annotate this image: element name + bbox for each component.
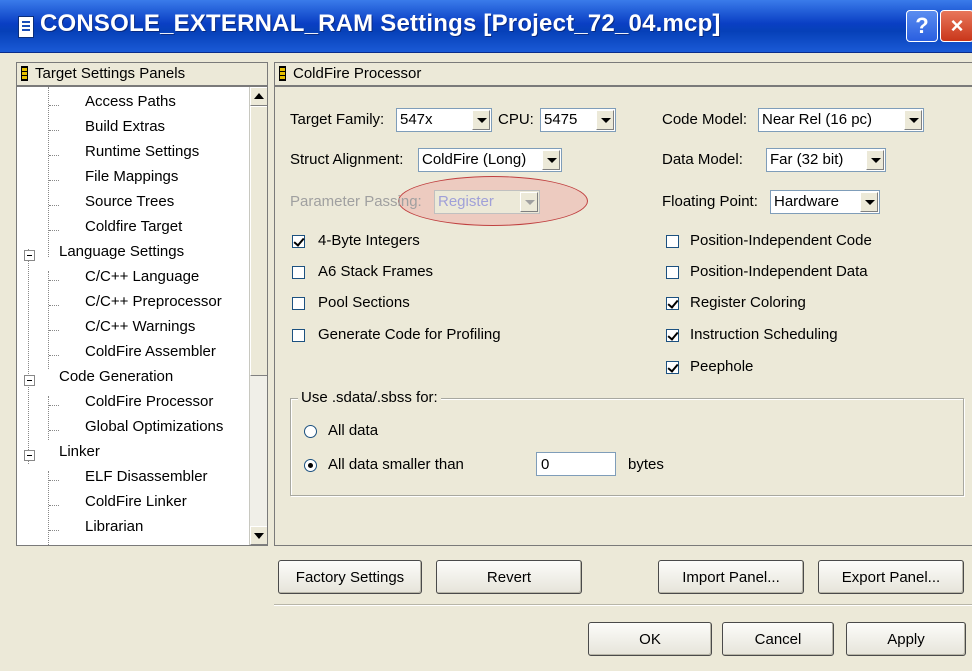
- register-coloring-label[interactable]: Register Coloring: [690, 294, 806, 311]
- tree-item-linker[interactable]: Linker: [59, 443, 100, 460]
- footer-divider: [274, 604, 972, 606]
- position-independent-code-label[interactable]: Position-Independent Code: [690, 232, 872, 249]
- tree-item-coldfire-target[interactable]: Coldfire Target: [85, 218, 182, 235]
- tree-item-runtime-settings[interactable]: Runtime Settings: [85, 143, 199, 160]
- tree-item-elf-disassembler[interactable]: ELF Disassembler: [85, 468, 208, 485]
- tree-item-language-settings[interactable]: Language Settings: [59, 243, 184, 260]
- tree-guide: [48, 471, 49, 545]
- tree-scrollbar[interactable]: [249, 87, 267, 545]
- struct-alignment-label: Struct Alignment:: [290, 151, 404, 168]
- window-title: CONSOLE_EXTERNAL_RAM Settings [Project_7…: [40, 10, 721, 37]
- a6-stack-frames-label[interactable]: A6 Stack Frames: [318, 263, 433, 280]
- generate-profiling-checkbox[interactable]: [292, 329, 305, 342]
- factory-settings-button[interactable]: Factory Settings: [278, 560, 422, 594]
- tree-item-coldfire-assembler[interactable]: ColdFire Assembler: [85, 343, 216, 360]
- sdata-size-input[interactable]: 0: [536, 452, 616, 476]
- chevron-down-icon[interactable]: [472, 110, 490, 130]
- tree-item-code-generation[interactable]: Code Generation: [59, 368, 173, 385]
- tree-item-coldfire-processor[interactable]: ColdFire Processor: [85, 393, 213, 410]
- chevron-down-icon[interactable]: [542, 150, 560, 170]
- tree-item-file-mappings[interactable]: File Mappings: [85, 168, 178, 185]
- tree-item-coldfire-linker[interactable]: ColdFire Linker: [85, 493, 187, 510]
- close-button[interactable]: ×: [940, 10, 972, 42]
- four-byte-integers-checkbox[interactable]: [292, 235, 305, 248]
- a6-stack-frames-checkbox[interactable]: [292, 266, 305, 279]
- import-panel-button[interactable]: Import Panel...: [658, 560, 804, 594]
- settings-tree[interactable]: Access Paths Build Extras Runtime Settin…: [16, 86, 268, 546]
- ok-button[interactable]: OK: [588, 622, 712, 656]
- tree-guide: [48, 87, 49, 257]
- sdata-groupbox: [290, 398, 964, 496]
- instruction-scheduling-checkbox[interactable]: [666, 329, 679, 342]
- four-byte-integers-label[interactable]: 4-Byte Integers: [318, 232, 420, 249]
- all-data-radio[interactable]: [304, 425, 317, 438]
- register-coloring-checkbox[interactable]: [666, 297, 679, 310]
- collapse-code-generation-icon[interactable]: [24, 375, 35, 386]
- settings-panel-icon: [21, 66, 28, 81]
- code-model-select[interactable]: Near Rel (16 pc): [758, 108, 924, 132]
- all-data-label[interactable]: All data: [328, 422, 378, 439]
- apply-button[interactable]: Apply: [846, 622, 966, 656]
- struct-alignment-select[interactable]: ColdFire (Long): [418, 148, 562, 172]
- export-panel-button[interactable]: Export Panel...: [818, 560, 964, 594]
- chevron-down-icon: [520, 192, 538, 212]
- collapse-linker-icon[interactable]: [24, 450, 35, 461]
- revert-button[interactable]: Revert: [436, 560, 582, 594]
- cpu-select[interactable]: 5475: [540, 108, 616, 132]
- scroll-thumb[interactable]: [250, 106, 267, 376]
- generate-profiling-label[interactable]: Generate Code for Profiling: [318, 326, 501, 343]
- tree-item-global-optimizations[interactable]: Global Optimizations: [85, 418, 223, 435]
- title-bar[interactable]: CONSOLE_EXTERNAL_RAM Settings [Project_7…: [0, 0, 972, 53]
- code-model-label: Code Model:: [662, 111, 748, 128]
- peephole-checkbox[interactable]: [666, 361, 679, 374]
- tree-item-librarian[interactable]: Librarian: [85, 518, 143, 535]
- scroll-up-icon[interactable]: [250, 87, 267, 106]
- help-button[interactable]: ?: [906, 10, 938, 42]
- peephole-label[interactable]: Peephole: [690, 358, 753, 375]
- chevron-down-icon[interactable]: [866, 150, 884, 170]
- tree-panel-header: Target Settings Panels: [16, 62, 268, 86]
- floating-point-label: Floating Point:: [662, 193, 758, 210]
- panel-header: ColdFire Processor: [274, 62, 972, 86]
- tree-item-build-extras[interactable]: Build Extras: [85, 118, 165, 135]
- position-independent-data-checkbox[interactable]: [666, 266, 679, 279]
- data-model-label: Data Model:: [662, 151, 743, 168]
- tree-item-c-cpp-language[interactable]: C/C++ Language: [85, 268, 199, 285]
- cpu-label: CPU:: [498, 111, 534, 128]
- chevron-down-icon[interactable]: [860, 192, 878, 212]
- tree-item-source-trees[interactable]: Source Trees: [85, 193, 174, 210]
- scroll-down-icon[interactable]: [250, 526, 267, 545]
- all-data-smaller-than-label[interactable]: All data smaller than: [328, 456, 464, 473]
- tree-guide: [28, 249, 29, 464]
- parameter-passing-label: Parameter Passing:: [290, 193, 422, 210]
- collapse-language-settings-icon[interactable]: [24, 250, 35, 261]
- tree-item-access-paths[interactable]: Access Paths: [85, 93, 176, 110]
- bytes-label: bytes: [628, 456, 664, 473]
- tree-item-c-cpp-warnings[interactable]: C/C++ Warnings: [85, 318, 195, 335]
- all-data-smaller-than-radio[interactable]: [304, 459, 317, 472]
- instruction-scheduling-label[interactable]: Instruction Scheduling: [690, 326, 838, 343]
- parameter-passing-select: Register: [434, 190, 540, 214]
- chevron-down-icon[interactable]: [904, 110, 922, 130]
- sdata-group-title: Use .sdata/.sbss for:: [298, 389, 441, 406]
- position-independent-code-checkbox[interactable]: [666, 235, 679, 248]
- cancel-button[interactable]: Cancel: [722, 622, 834, 656]
- pool-sections-label[interactable]: Pool Sections: [318, 294, 410, 311]
- floating-point-select[interactable]: Hardware: [770, 190, 880, 214]
- data-model-select[interactable]: Far (32 bit): [766, 148, 886, 172]
- target-family-label: Target Family:: [290, 111, 385, 128]
- tree-panel-title: Target Settings Panels: [35, 65, 186, 82]
- panel-title: ColdFire Processor: [293, 65, 422, 82]
- tree-guide: [48, 396, 49, 440]
- tree-item-c-cpp-preprocessor[interactable]: C/C++ Preprocessor: [85, 293, 222, 310]
- window-app-icon: [18, 16, 34, 38]
- target-family-select[interactable]: 547x: [396, 108, 492, 132]
- chevron-down-icon[interactable]: [596, 110, 614, 130]
- pool-sections-checkbox[interactable]: [292, 297, 305, 310]
- position-independent-data-label[interactable]: Position-Independent Data: [690, 263, 868, 280]
- settings-panel-icon: [279, 66, 286, 81]
